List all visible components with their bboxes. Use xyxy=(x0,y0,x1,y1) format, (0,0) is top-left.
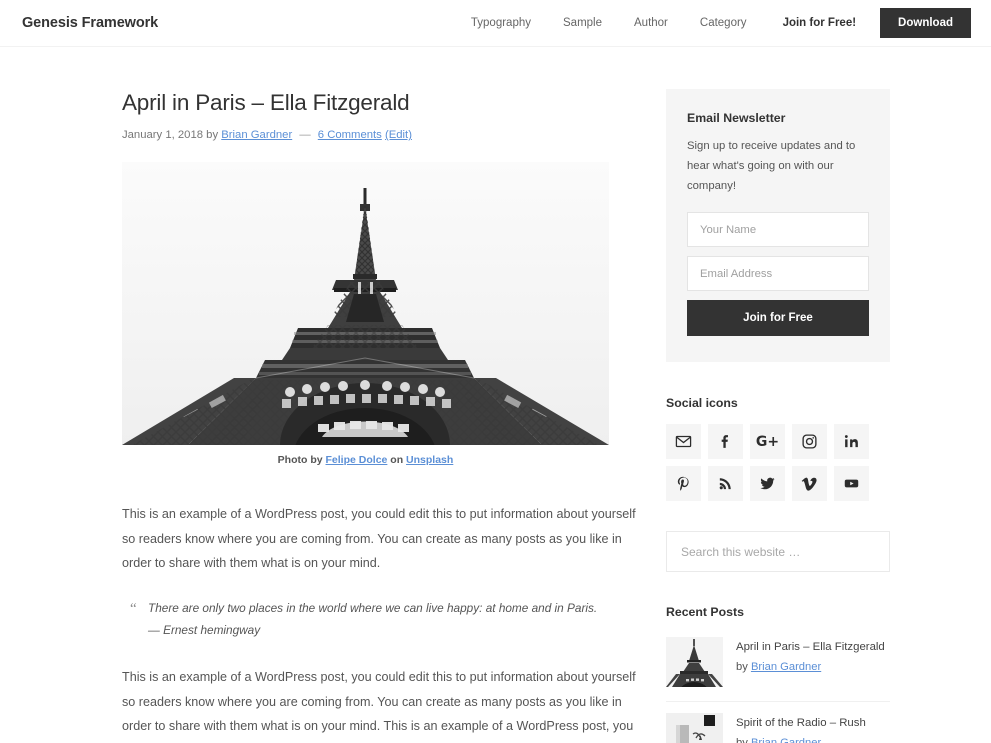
google-plus-glyph: G+ xyxy=(755,433,780,450)
entry-content: This is an example of a WordPress post, … xyxy=(122,502,647,743)
post-date: January 1, 2018 xyxy=(122,129,204,142)
by-label: by xyxy=(206,129,219,142)
recent-post-byline: by Brian Gardner xyxy=(736,737,866,743)
blockquote: “ There are only two places in the world… xyxy=(130,598,647,642)
site-header: Genesis Framework Typography Sample Auth… xyxy=(0,0,991,47)
instagram-icon[interactable] xyxy=(792,424,827,460)
recent-post-body: April in Paris – Ella Fitzgerald by Bria… xyxy=(736,637,885,673)
newsletter-description: Sign up to receive updates and to hear w… xyxy=(687,140,856,192)
twitter-icon[interactable] xyxy=(750,466,785,502)
nav-item-author[interactable]: Author xyxy=(618,17,684,29)
facebook-icon[interactable] xyxy=(708,424,743,460)
newsletter-submit-button[interactable]: Join for Free xyxy=(687,300,869,337)
recent-posts-list: April in Paris – Ella Fitzgerald by Bria… xyxy=(666,633,890,743)
recent-post-byline: by Brian Gardner xyxy=(736,661,885,673)
byline-label: by xyxy=(736,660,748,673)
youtube-icon[interactable] xyxy=(834,466,869,502)
widget-email-newsletter: Email Newsletter Sign up to receive upda… xyxy=(666,89,890,363)
widget-social-icons: Social icons G+ xyxy=(666,396,890,502)
site-title[interactable]: Genesis Framework xyxy=(22,15,158,31)
nav-item-category[interactable]: Category xyxy=(684,17,763,29)
recent-post-body: Spirit of the Radio – Rush by Brian Gard… xyxy=(736,713,866,743)
recent-post-title[interactable]: Spirit of the Radio – Rush xyxy=(736,715,866,732)
recent-posts-title: Recent Posts xyxy=(666,605,744,620)
newsletter-name-input[interactable] xyxy=(687,212,869,248)
recent-post-author-link[interactable]: Brian Gardner xyxy=(751,661,821,673)
recent-post-title[interactable]: April in Paris – Ella Fitzgerald xyxy=(736,639,885,656)
social-icon-grid: G+ xyxy=(666,424,890,502)
caption-prefix: Photo by xyxy=(277,454,323,467)
recent-post-thumbnail[interactable] xyxy=(666,637,723,688)
newsletter-email-input[interactable] xyxy=(687,256,869,292)
entry-meta: January 1, 2018 by Brian Gardner — 6 Com… xyxy=(122,127,647,144)
byline-label: by xyxy=(736,736,748,743)
unsplash-link[interactable]: Unsplash xyxy=(406,454,453,466)
social-icons-title: Social icons xyxy=(666,396,738,411)
newsletter-title: Email Newsletter xyxy=(687,111,786,125)
search-input[interactable] xyxy=(666,531,890,573)
sidebar: Email Newsletter Sign up to receive upda… xyxy=(666,89,890,743)
image-caption: Photo by Felipe Dolce on Unsplash xyxy=(122,454,609,466)
linkedin-icon[interactable] xyxy=(834,424,869,460)
meta-separator: — xyxy=(299,129,311,142)
rss-icon[interactable] xyxy=(708,466,743,502)
recent-post-thumbnail[interactable] xyxy=(666,713,723,743)
author-link[interactable]: Brian Gardner xyxy=(221,129,292,141)
comments-link[interactable]: 6 Comments xyxy=(318,129,382,141)
main-content: April in Paris – Ella Fitzgerald January… xyxy=(122,89,647,743)
featured-image[interactable] xyxy=(122,162,609,446)
site-inner: April in Paris – Ella Fitzgerald January… xyxy=(0,47,991,743)
vimeo-icon[interactable] xyxy=(792,466,827,502)
download-button[interactable]: Download xyxy=(880,8,971,38)
edit-link[interactable]: (Edit) xyxy=(385,129,412,141)
list-item[interactable]: Spirit of the Radio – Rush by Brian Gard… xyxy=(666,702,890,743)
caption-middle: on xyxy=(390,454,404,467)
nav-item-join-for-free[interactable]: Join for Free! xyxy=(763,17,874,29)
quote-text: There are only two places in the world w… xyxy=(148,600,598,615)
nav-item-typography[interactable]: Typography xyxy=(455,17,547,29)
email-icon[interactable] xyxy=(666,424,701,460)
quote-citation: — Ernest hemingway xyxy=(148,622,261,637)
primary-navigation: Typography Sample Author Category Join f… xyxy=(455,8,971,38)
list-item[interactable]: April in Paris – Ella Fitzgerald by Bria… xyxy=(666,633,890,703)
widget-recent-posts: Recent Posts April in Paris – Ella Fitzg… xyxy=(666,605,890,743)
body-paragraph-1: This is an example of a WordPress post, … xyxy=(122,507,636,571)
widget-search xyxy=(666,531,890,573)
body-paragraph-2: This is an example of a WordPress post, … xyxy=(122,670,636,734)
photographer-link[interactable]: Felipe Dolce xyxy=(326,454,388,466)
post-article: April in Paris – Ella Fitzgerald January… xyxy=(122,89,647,743)
page-title: April in Paris – Ella Fitzgerald xyxy=(122,90,410,115)
recent-post-author-link[interactable]: Brian Gardner xyxy=(751,737,821,743)
quote-mark-icon: “ xyxy=(130,600,137,617)
pinterest-icon[interactable] xyxy=(666,466,701,502)
nav-item-sample[interactable]: Sample xyxy=(547,17,618,29)
google-plus-icon[interactable]: G+ xyxy=(750,424,785,460)
